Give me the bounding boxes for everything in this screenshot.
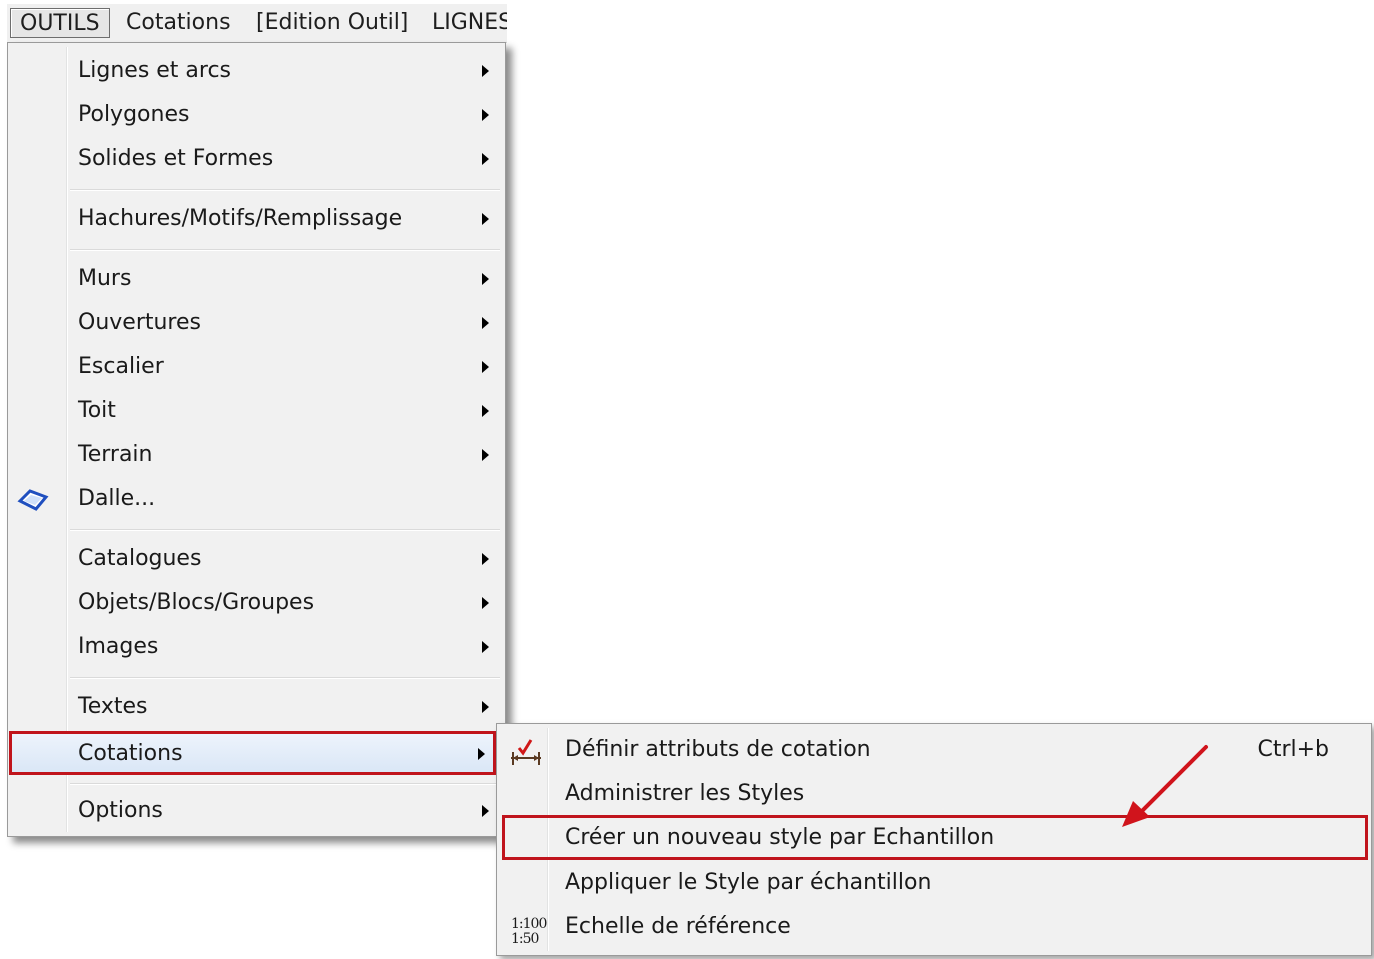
- dimension-check-icon: [505, 736, 545, 766]
- submenu-arrow-icon: [482, 153, 489, 165]
- menu-item-label: Dalle...: [78, 486, 156, 511]
- annotation-arrow: [1122, 745, 1208, 827]
- submenu-item-label: Appliquer le Style par échantillon: [565, 870, 932, 895]
- menu-separator: [70, 783, 500, 785]
- menu-item-catalogues[interactable]: Catalogues: [10, 537, 503, 581]
- submenu-item-label: Définir attributs de cotation: [565, 737, 871, 762]
- submenu-item-definir-attributs[interactable]: Définir attributs de cotation Ctrl+b: [501, 728, 1367, 772]
- menu-separator: [70, 677, 500, 679]
- menu-item-label: Objets/Blocs/Groupes: [78, 590, 315, 615]
- menu-item-label: Solides et Formes: [78, 146, 274, 171]
- menu-item-label: Images: [78, 634, 159, 659]
- menu-item-terrain[interactable]: Terrain: [10, 433, 503, 477]
- menu-item-label: Cotations: [78, 741, 183, 766]
- submenu-arrow-icon: [482, 641, 489, 653]
- submenu-item-appliquer-style[interactable]: Appliquer le Style par échantillon: [501, 861, 1367, 905]
- menu-item-escalier[interactable]: Escalier: [10, 345, 503, 389]
- submenu-arrow-icon: [482, 805, 489, 817]
- menu-item-textes[interactable]: Textes: [10, 685, 503, 729]
- submenu-arrow-icon: [482, 701, 489, 713]
- menu-item-label: Lignes et arcs: [78, 58, 232, 83]
- menu-item-ouvertures[interactable]: Ouvertures: [10, 301, 503, 345]
- menu-item-label: Terrain: [78, 442, 153, 467]
- submenu-arrow-icon: [482, 405, 489, 417]
- menu-item-hachures[interactable]: Hachures/Motifs/Remplissage: [10, 197, 503, 241]
- menu-item-label: Escalier: [78, 354, 164, 379]
- scale-icon-text-bottom: 1:50: [511, 931, 539, 947]
- submenu-arrow-icon: [482, 213, 489, 225]
- menu-item-label: Textes: [78, 694, 148, 719]
- menu-item-images[interactable]: Images: [10, 625, 503, 669]
- submenu-arrow-icon: [482, 597, 489, 609]
- menu-item-label: Ouvertures: [78, 310, 201, 335]
- highlight-box-creer-style: [502, 815, 1368, 860]
- menu-item-cotations[interactable]: Cotations: [11, 731, 496, 775]
- submenu-arrow-icon: [478, 748, 485, 760]
- menu-item-label: Catalogues: [78, 546, 202, 571]
- menubar-item-edition-outil[interactable]: [Edition Outil]: [247, 8, 417, 38]
- submenu-arrow-icon: [482, 109, 489, 121]
- scale-icon-text-top: 1:100: [511, 916, 547, 932]
- submenu-arrow-icon: [482, 65, 489, 77]
- menu-item-label: Polygones: [78, 102, 190, 127]
- menu-separator: [70, 529, 500, 531]
- submenu-arrow-icon: [482, 273, 489, 285]
- submenu-arrow-icon: [482, 553, 489, 565]
- submenu-item-administrer-styles[interactable]: Administrer les Styles: [501, 772, 1367, 816]
- shortcut-label: Ctrl+b: [1257, 737, 1329, 762]
- menu-separator: [70, 189, 500, 191]
- menu-item-label: Toit: [78, 398, 116, 423]
- slab-icon: [16, 485, 52, 513]
- submenu-item-label: Administrer les Styles: [565, 781, 805, 806]
- menu-item-dalle[interactable]: Dalle...: [10, 477, 503, 521]
- menu-item-label: Options: [78, 798, 163, 823]
- scale-icon: 1:100 1:50: [505, 913, 547, 947]
- menu-item-polygones[interactable]: Polygones: [10, 93, 503, 137]
- menubar-item-lignes[interactable]: LIGNES: [423, 8, 507, 38]
- submenu-arrow-icon: [482, 317, 489, 329]
- menu-item-label: Murs: [78, 266, 132, 291]
- submenu-item-label: Echelle de référence: [565, 914, 791, 939]
- menu-item-objets-blocs-groupes[interactable]: Objets/Blocs/Groupes: [10, 581, 503, 625]
- submenu-item-echelle-reference[interactable]: 1:100 1:50 Echelle de référence: [501, 905, 1367, 949]
- menubar-item-cotations[interactable]: Cotations: [117, 8, 240, 38]
- submenu-arrow-icon: [482, 449, 489, 461]
- outils-dropdown-menu: Lignes et arcs Polygones Solides et Form…: [7, 42, 506, 837]
- menu-item-toit[interactable]: Toit: [10, 389, 503, 433]
- cotations-submenu: Définir attributs de cotation Ctrl+b Adm…: [496, 723, 1372, 956]
- menubar-item-outils[interactable]: OUTILS: [10, 8, 110, 38]
- submenu-arrow-icon: [482, 361, 489, 373]
- menu-item-lignes-et-arcs[interactable]: Lignes et arcs: [10, 49, 503, 93]
- menu-item-label: Hachures/Motifs/Remplissage: [78, 206, 403, 231]
- menu-item-options[interactable]: Options: [10, 789, 503, 833]
- menu-bar: OUTILS Cotations [Edition Outil] LIGNES: [7, 4, 507, 43]
- menu-separator: [70, 249, 500, 251]
- menu-item-solides-et-formes[interactable]: Solides et Formes: [10, 137, 503, 181]
- menu-item-murs[interactable]: Murs: [10, 257, 503, 301]
